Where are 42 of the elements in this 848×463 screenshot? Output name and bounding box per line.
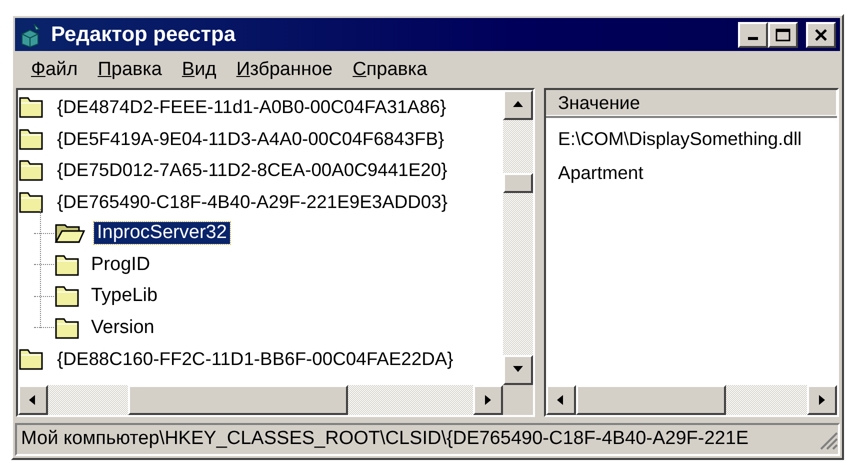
maximize-icon: [775, 28, 791, 42]
window-title: Редактор реестра: [51, 22, 237, 47]
scrollbar-thumb[interactable]: [503, 173, 533, 194]
scroll-left-button[interactable]: [546, 384, 576, 415]
vertical-scrollbar[interactable]: [503, 90, 533, 385]
column-header[interactable]: Значение: [546, 90, 837, 118]
scrollbar-thumb[interactable]: [576, 384, 726, 415]
tree-item[interactable]: {DE75D012-7A65-11D2-8CEA-00A0C9441E20}: [54, 159, 450, 182]
tree-item[interactable]: ProgID: [88, 254, 154, 276]
minimize-icon: [748, 37, 758, 40]
tree-item[interactable]: TypeLib: [88, 285, 161, 308]
scroll-left-button[interactable]: [18, 384, 48, 415]
scroll-up-button[interactable]: [503, 90, 533, 120]
tree-item[interactable]: Version: [88, 316, 158, 339]
horizontal-scrollbar[interactable]: [546, 384, 837, 415]
tree-item[interactable]: {DE4874D2-FEEE-11d1-A0B0-00C04FA31A86}: [54, 96, 450, 118]
tree-item[interactable]: {DE765490-C18F-4B40-A29F-221E9E3ADD03}: [54, 190, 451, 213]
value-cell-text: E:\COM\DisplaySomething.dll: [558, 127, 803, 152]
close-icon: [814, 28, 828, 41]
folder-icon: [54, 284, 80, 308]
tree-item[interactable]: {DE88C160-FF2C-11D1-BB6F-00C04FAE22DA}: [54, 348, 456, 370]
status-path: Мой компьютер\HKEY_CLASSES_ROOT\CLSID\{DE765490-C18F-4B40-A29F-221E: [21, 428, 750, 450]
menu-item[interactable]: Вид: [174, 56, 224, 83]
open-folder-icon: [54, 222, 86, 244]
scroll-right-button[interactable]: [473, 384, 503, 415]
tree-item[interactable]: {DE5F419A-9E04-11D3-A4A0-00C04F6843FB}: [54, 128, 448, 150]
minimize-button[interactable]: [738, 22, 768, 48]
close-button[interactable]: [806, 22, 836, 48]
folder-icon: [54, 252, 80, 277]
tree-item[interactable]: InprocServer32: [94, 222, 230, 244]
scroll-right-button[interactable]: [807, 384, 837, 415]
folder-icon: [54, 316, 80, 340]
menu-item[interactable]: Правка: [90, 56, 170, 83]
scrollbar-thumb[interactable]: [128, 384, 348, 415]
maximize-button[interactable]: [768, 22, 798, 48]
scrollbar-corner: [503, 384, 533, 415]
menu-item[interactable]: Избранное: [228, 56, 341, 83]
menu-item[interactable]: Файл: [23, 56, 86, 83]
scroll-down-button[interactable]: [503, 354, 533, 385]
value-cell-text: Apartment: [558, 161, 644, 186]
menu-item[interactable]: Справка: [344, 56, 436, 83]
horizontal-scrollbar[interactable]: [18, 384, 503, 415]
